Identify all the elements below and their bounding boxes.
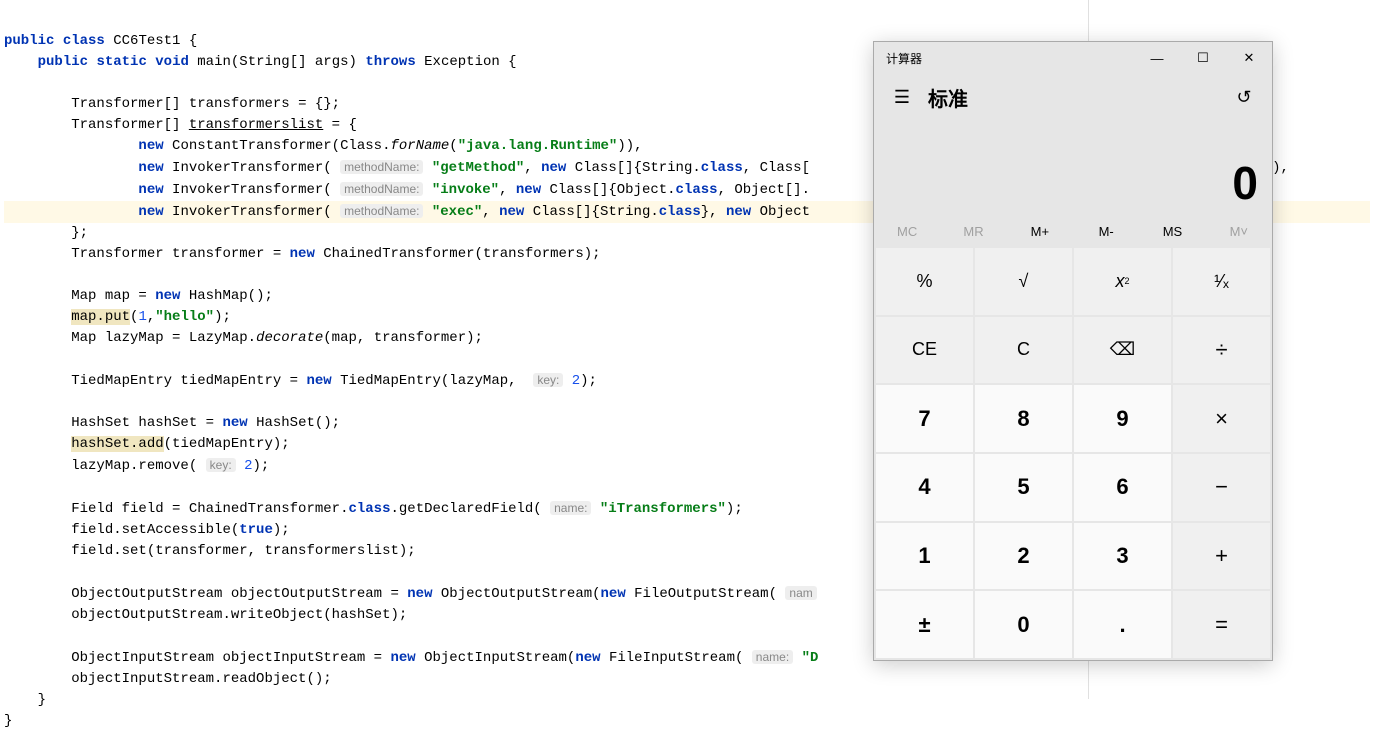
- param-hint: nam: [785, 586, 816, 600]
- digit-7[interactable]: 7: [876, 385, 973, 452]
- keyword: static: [96, 54, 146, 70]
- maximize-button[interactable]: ☐: [1180, 42, 1226, 74]
- keyword: public: [4, 33, 54, 49]
- param-hint: key:: [206, 458, 236, 472]
- param-hint: key:: [533, 373, 563, 387]
- mem-clear[interactable]: MC: [874, 216, 940, 246]
- percent-button[interactable]: %: [876, 248, 973, 315]
- digit-6[interactable]: 6: [1074, 454, 1171, 521]
- digit-1[interactable]: 1: [876, 523, 973, 590]
- param-hint: methodName:: [340, 182, 423, 196]
- class-name: CC6Test1: [113, 33, 180, 49]
- minimize-button[interactable]: —: [1134, 42, 1180, 74]
- digit-9[interactable]: 9: [1074, 385, 1171, 452]
- backspace-button[interactable]: ⌫: [1074, 317, 1171, 384]
- param-hint: name:: [752, 650, 793, 664]
- param-hint: methodName:: [340, 160, 423, 174]
- param-hint: methodName:: [340, 204, 423, 218]
- c-button[interactable]: C: [975, 317, 1072, 384]
- digit-2[interactable]: 2: [975, 523, 1072, 590]
- window-title: 计算器: [886, 50, 922, 67]
- keyword: void: [155, 54, 189, 70]
- menu-icon[interactable]: ☰: [882, 77, 922, 117]
- square-button[interactable]: x2: [1074, 248, 1171, 315]
- ce-button[interactable]: CE: [876, 317, 973, 384]
- calculator-window: 计算器 — ☐ ✕ ☰ 标准 ↺ 0 MC MR M+ M- MS M˅ % √…: [873, 41, 1273, 661]
- mem-minus[interactable]: M-: [1073, 216, 1139, 246]
- digit-4[interactable]: 4: [876, 454, 973, 521]
- mode-label: 标准: [928, 83, 968, 112]
- digit-3[interactable]: 3: [1074, 523, 1171, 590]
- calc-display: 0: [874, 120, 1272, 216]
- equals-button[interactable]: =: [1173, 591, 1270, 658]
- subtract-button[interactable]: −: [1173, 454, 1270, 521]
- titlebar[interactable]: 计算器 — ☐ ✕: [874, 42, 1272, 74]
- divide-button[interactable]: ÷: [1173, 317, 1270, 384]
- multiply-button[interactable]: ×: [1173, 385, 1270, 452]
- param-hint: name:: [550, 501, 591, 515]
- plus-minus-button[interactable]: ±: [876, 591, 973, 658]
- decimal-button[interactable]: .: [1074, 591, 1171, 658]
- keyword: class: [63, 33, 105, 49]
- close-button[interactable]: ✕: [1226, 42, 1272, 74]
- method-name: main: [197, 54, 231, 70]
- history-icon[interactable]: ↺: [1224, 77, 1264, 117]
- sqrt-button[interactable]: √: [975, 248, 1072, 315]
- digit-8[interactable]: 8: [975, 385, 1072, 452]
- digit-5[interactable]: 5: [975, 454, 1072, 521]
- keyword: throws: [365, 54, 415, 70]
- add-button[interactable]: +: [1173, 523, 1270, 590]
- mem-store[interactable]: MS: [1139, 216, 1205, 246]
- mem-plus[interactable]: M+: [1007, 216, 1073, 246]
- keyword: public: [38, 54, 88, 70]
- reciprocal-button[interactable]: ¹⁄ₓ: [1173, 248, 1270, 315]
- mem-recall[interactable]: MR: [940, 216, 1006, 246]
- digit-0[interactable]: 0: [975, 591, 1072, 658]
- mem-list[interactable]: M˅: [1206, 216, 1272, 246]
